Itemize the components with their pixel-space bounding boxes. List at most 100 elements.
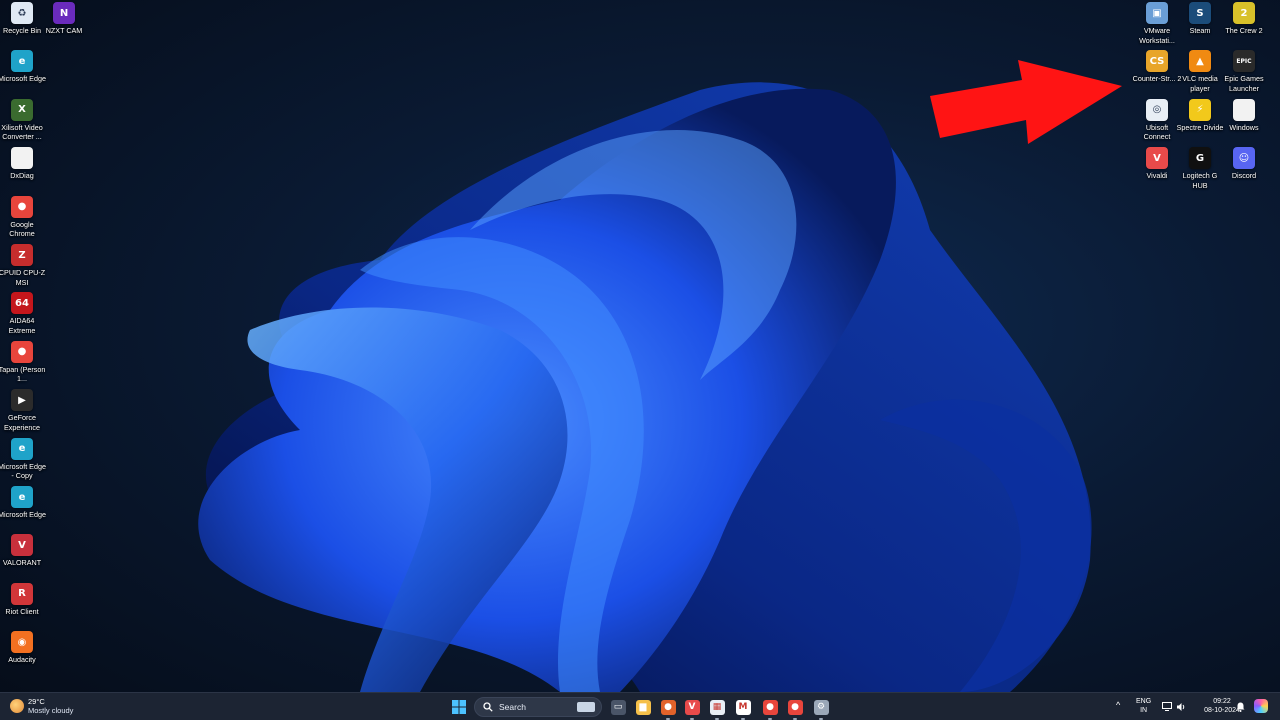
copilot-icon[interactable] xyxy=(1254,699,1268,713)
desktop-icon-label: VALORANT xyxy=(2,558,42,568)
discord-icon: ☺ xyxy=(1233,147,1255,170)
desktop-icon-label: Microsoft Edge xyxy=(0,510,46,519)
desktop-icon[interactable]: ▶ GeForce Experience xyxy=(0,389,45,432)
steam-icon: S xyxy=(1189,2,1211,24)
desktop-icon-label: Microsoft Edge xyxy=(0,74,46,84)
aida64-icon: 64 xyxy=(11,292,33,315)
weather-icon xyxy=(10,699,24,713)
desktop-icon[interactable]: V VALORANT xyxy=(0,534,45,568)
desktop-icon-label: Epic Games Launcher xyxy=(1224,74,1264,93)
chrome-taskbar-1-icon: ● xyxy=(762,699,778,715)
desktop-icon[interactable]: ◉ Audacity xyxy=(0,631,45,665)
vivaldi-taskbar-button[interactable]: V xyxy=(682,697,702,720)
spectre-divide-icon: ⚡ xyxy=(1189,98,1211,121)
recycle-bin-icon: ♻ xyxy=(11,2,33,24)
desktop-icon-label: The Crew 2 xyxy=(1225,26,1263,35)
desktop-icon[interactable]: X Xilisoft Video Converter ... xyxy=(0,98,45,142)
desktop-icon-label: VLC media player xyxy=(1182,74,1218,93)
arrow-shape xyxy=(930,60,1122,144)
desktop-icon-label: Google Chrome xyxy=(9,219,35,239)
file-explorer-icon: ▆ xyxy=(635,699,651,715)
search-icon xyxy=(483,702,493,712)
settings-taskbar-icon: ⚙ xyxy=(813,699,829,715)
chrome-icon: ● xyxy=(11,195,33,218)
desktop-icon[interactable]: Z CPUID CPU-Z MSI xyxy=(0,244,45,287)
chrome-taskbar-button-2[interactable]: ● xyxy=(785,697,805,720)
ubisoft-icon: ◎ xyxy=(1146,98,1168,121)
desktop-icon[interactable]: CS Counter-Str... 2 xyxy=(1133,50,1181,84)
edge-copy-icon: e xyxy=(11,437,33,460)
desktop-icon[interactable]: ◎ Ubisoft Connect xyxy=(1134,98,1180,142)
weather-widget[interactable]: 29°C Mostly cloudy xyxy=(10,697,73,715)
desktop-icon[interactable]: ⚡ Spectre Divide xyxy=(1176,98,1224,133)
windows-logo-icon xyxy=(452,700,466,714)
desktop-icon[interactable]: R Riot Client xyxy=(0,582,45,617)
vivaldi-taskbar-icon: V xyxy=(684,699,700,715)
desktop-icon-label: Audacity xyxy=(8,655,36,665)
edge-icon: e xyxy=(11,50,33,73)
desktop-icon[interactable]: G Logitech G HUB xyxy=(1177,147,1223,190)
notification-bell-icon[interactable] xyxy=(1236,702,1245,712)
taskbar-app-1-icon: ● xyxy=(660,699,676,715)
language-indicator[interactable]: ENG IN xyxy=(1136,698,1151,715)
start-button[interactable] xyxy=(449,697,469,717)
settings-taskbar-button[interactable]: ⚙ xyxy=(811,697,831,720)
desktop-icon[interactable]: 64 AIDA64 Extreme xyxy=(0,292,45,335)
show-hidden-icons-chevron-icon[interactable]: ^ xyxy=(1116,701,1120,710)
desktop-icon[interactable]: e Microsoft Edge - Copy xyxy=(0,437,46,481)
chrome-taskbar-2-icon: ● xyxy=(787,699,803,715)
vivaldi-icon: V xyxy=(1146,147,1168,170)
desktop-icon[interactable]: ▣ VMware Workstati... xyxy=(1134,2,1180,45)
riot-client-icon: R xyxy=(11,582,33,605)
desktop-icon-label: Xilisoft Video Converter ... xyxy=(1,122,43,142)
search-label: Search xyxy=(499,702,526,712)
desktop-icon[interactable]: ● Tapan (Person 1... xyxy=(0,340,45,384)
cpuz-icon: Z xyxy=(11,244,33,266)
chrome-taskbar-button-1[interactable]: ● xyxy=(760,697,780,720)
desktop-icon-label: Spectre Divide xyxy=(1176,122,1224,132)
desktop-icon-label: CPUID CPU-Z MSI xyxy=(0,268,46,287)
desktop: ♻ Recycle Bin N NZXT CAM e Microsoft Edge X Xil… xyxy=(0,0,1280,692)
nzxt-cam-icon: N xyxy=(53,2,75,24)
taskbar-app-1[interactable]: ● xyxy=(658,697,678,720)
display-icon[interactable] xyxy=(1162,702,1172,711)
desktop-icon-label: Riot Client xyxy=(5,606,39,616)
desktop-icon[interactable]: ☺ Discord xyxy=(1221,147,1267,181)
desktop-icon-label: DxDiag xyxy=(10,171,34,181)
gmail-taskbar-button[interactable]: M xyxy=(733,697,753,720)
desktop-icon-label: Discord xyxy=(1231,171,1257,181)
desktop-icon[interactable]: DxDiag xyxy=(0,147,45,181)
counter-strike-icon: CS xyxy=(1146,50,1168,73)
file-explorer-button[interactable]: ▆ xyxy=(633,697,653,717)
the-crew-2-icon: 2 xyxy=(1233,2,1255,24)
volume-icon[interactable] xyxy=(1176,702,1186,712)
task-view-button[interactable]: ▭ xyxy=(608,697,628,717)
chrome-profile-icon: ● xyxy=(11,340,33,363)
desktop-icon[interactable]: S Steam xyxy=(1177,2,1223,36)
desktop-icon[interactable]: ● Google Chrome xyxy=(0,195,45,239)
weather-temp: 29°C xyxy=(28,697,45,706)
taskbar: 29°C Mostly cloudy Search ▭ ▆ ● V ▦ M ● ● ⚙ ^ EN… xyxy=(0,692,1280,720)
vmware-icon: ▣ xyxy=(1146,2,1168,24)
desktop-icon[interactable]: 2 The Crew 2 xyxy=(1221,2,1267,36)
vlc-icon: ▲ xyxy=(1189,50,1211,73)
windows-file-icon xyxy=(1233,98,1255,121)
desktop-icon[interactable]: Windows xyxy=(1221,98,1267,133)
desktop-icon[interactable]: ▲ VLC media player xyxy=(1177,50,1223,93)
desktop-icon[interactable]: e Microsoft Edge xyxy=(0,50,46,84)
desktop-icon[interactable]: e Microsoft Edge xyxy=(0,486,46,520)
desktop-icon[interactable]: EPIC Epic Games Launcher xyxy=(1221,50,1267,93)
language-code: ENG xyxy=(1136,698,1152,705)
logitech-ghub-icon: G xyxy=(1189,147,1211,170)
desktop-icon[interactable]: V Vivaldi xyxy=(1134,147,1180,181)
store-taskbar-button[interactable]: ▦ xyxy=(707,697,727,720)
task-view-icon: ▭ xyxy=(610,699,626,715)
geforce-icon: ▶ xyxy=(11,389,33,412)
desktop-icon-label: Windows xyxy=(1229,122,1259,132)
desktop-icon-label: Microsoft Edge - Copy xyxy=(0,461,46,481)
desktop-icon-label: Steam xyxy=(1189,26,1211,35)
search-box[interactable]: Search xyxy=(474,697,602,717)
desktop-icon-label: AIDA64 Extreme xyxy=(8,316,36,335)
desktop-icon[interactable]: N NZXT CAM xyxy=(41,2,87,36)
desktop-icon-label: Logitech G HUB xyxy=(1182,171,1218,190)
